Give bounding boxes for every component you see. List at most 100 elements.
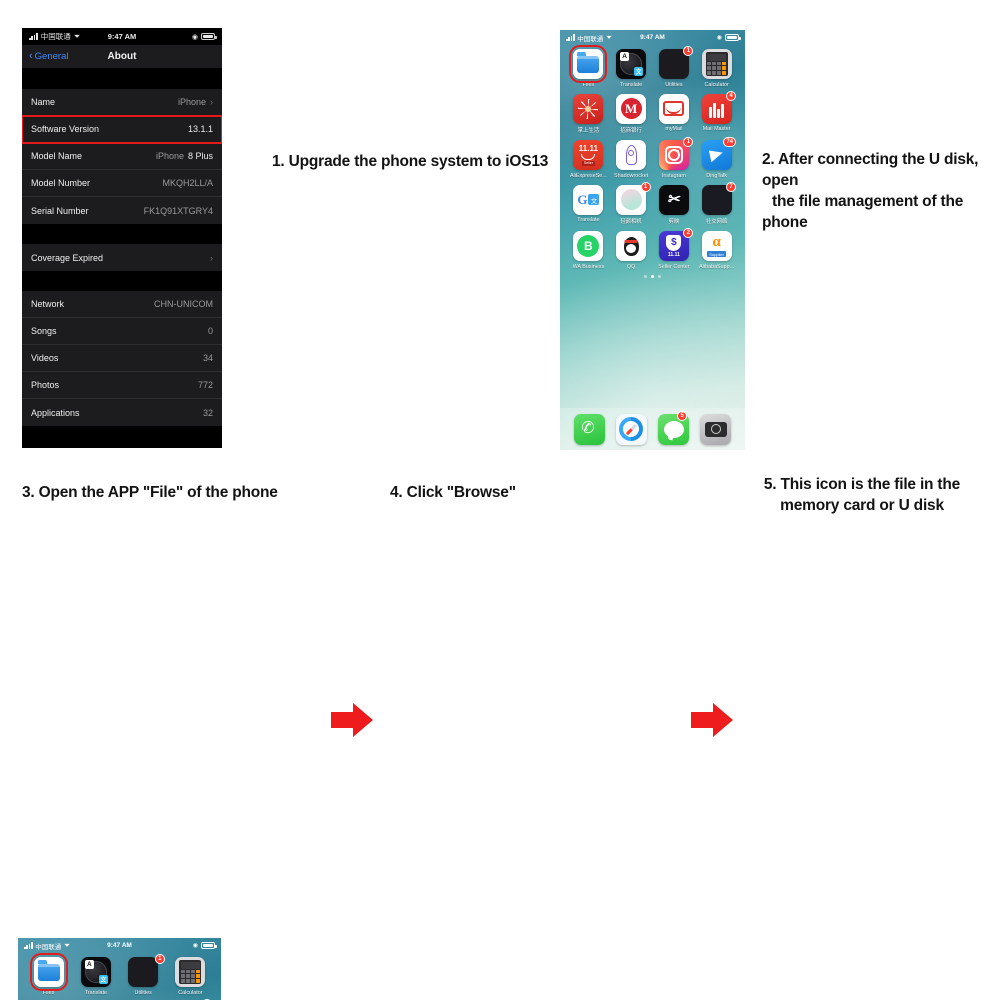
- app-calculator[interactable]: Calculator: [695, 49, 738, 88]
- app-shadowrocket[interactable]: Shadowrocket: [610, 140, 653, 179]
- table-row[interactable]: Serial Number FK1Q91XTGRY4: [22, 197, 222, 224]
- table-row-coverage[interactable]: Coverage Expired ›: [22, 244, 222, 271]
- capcut-icon: ✂: [658, 184, 689, 215]
- app-translate[interactable]: G 文 Translate: [567, 184, 610, 226]
- app-utilities[interactable]: Utilities 1: [653, 46, 696, 88]
- row-label: Network: [31, 299, 65, 309]
- app-alibabasupp[interactable]: α Supplier AlibabaSupp...: [695, 231, 738, 270]
- page-indicator: [560, 274, 745, 278]
- table-row[interactable]: Model Number MKQH2LL/A: [22, 170, 222, 197]
- arrow-right-icon: [331, 703, 373, 737]
- dock-app-phone[interactable]: ✆: [573, 413, 605, 445]
- shadowrocket-icon: [616, 140, 647, 170]
- notification-badge: 4: [726, 90, 736, 101]
- about-list: Name iPhone › Software Version 13.1.1 Mo…: [22, 69, 222, 448]
- files-icon: [29, 953, 68, 991]
- dock-app-messages[interactable]: 5: [658, 410, 690, 445]
- files-icon: [569, 45, 608, 83]
- app-files[interactable]: Files: [25, 953, 72, 996]
- notification-badge: 7: [726, 181, 736, 192]
- app-label: QQ: [626, 263, 636, 270]
- table-row[interactable]: Name iPhone ›: [22, 89, 222, 116]
- chevron-left-icon: ‹: [29, 50, 33, 62]
- app-wa-business[interactable]: B WA Business: [567, 231, 610, 270]
- battery-icon: [201, 33, 217, 40]
- cmb-life-icon: [573, 93, 604, 124]
- app-label: Translate: [577, 217, 600, 223]
- app-label: DingTalk: [706, 172, 727, 179]
- app-label: WA Business: [572, 263, 605, 270]
- row-label: Songs: [31, 326, 57, 336]
- app-instagram[interactable]: Instagram 1: [653, 137, 696, 179]
- phone-1-about-screen: 中国联通 ⏷ 9:47 AM ◉ ‹ General About Name iP…: [22, 28, 222, 448]
- app-label: Mail Master: [702, 126, 731, 132]
- calculator-icon: [175, 957, 206, 987]
- calculator-icon: [701, 49, 732, 79]
- row-value: iPhone ›: [178, 97, 213, 107]
- row-value-text: 8 Plus: [187, 151, 213, 161]
- table-row[interactable]: Model Name iPhone 8 Plus: [22, 143, 222, 170]
- battery-icon: [725, 34, 741, 41]
- table-row[interactable]: Applications 32: [22, 399, 222, 426]
- row-label: Model Name: [31, 151, 83, 161]
- caption-step-2: 2. After connecting the U disk, open the …: [762, 150, 1000, 234]
- app-[interactable]: ✂ 剪映: [653, 184, 696, 225]
- app-files[interactable]: Files: [567, 45, 610, 88]
- app-utilities[interactable]: Utilities 1: [120, 954, 167, 996]
- page-dot[interactable]: [658, 274, 661, 278]
- app-translate[interactable]: A 文 Translate: [610, 49, 653, 88]
- app-[interactable]: 轻颜相机 1: [610, 181, 653, 225]
- app-[interactable]: 掌上生活: [567, 93, 610, 134]
- app-label: Instagram: [661, 172, 686, 179]
- row-value: ›: [210, 253, 213, 263]
- dock-app-safari[interactable]: [615, 413, 647, 445]
- camera-icon: [700, 413, 732, 445]
- app-label: Translate: [619, 81, 643, 88]
- table-row-software-version[interactable]: Software Version 13.1.1: [22, 115, 222, 144]
- mymail-icon: [658, 93, 689, 124]
- back-label: General: [34, 51, 69, 62]
- carrier-label: 中国联通: [40, 32, 71, 41]
- clock-label: 9:47 AM: [107, 32, 137, 41]
- page-dot[interactable]: [651, 274, 654, 278]
- app-[interactable]: M 招商银行: [610, 93, 653, 134]
- table-row[interactable]: Videos 34: [22, 345, 222, 372]
- app-label: Utilities: [134, 989, 152, 996]
- row-value: FK1Q91XTGRY4: [144, 206, 213, 216]
- app-calculator[interactable]: Calculator: [167, 957, 214, 996]
- app-qq[interactable]: QQ: [610, 231, 653, 270]
- notification-badge: 5: [677, 410, 688, 421]
- phone-icon: ✆: [573, 413, 605, 445]
- table-row[interactable]: Songs 0: [22, 318, 222, 345]
- carrier-label: 中国联通: [577, 35, 604, 43]
- app-[interactable]: 社交网络 7: [695, 181, 738, 225]
- status-bar: 中国联通 ⏷ 9:47 AM ◉: [560, 30, 745, 45]
- back-button[interactable]: ‹ General: [29, 50, 69, 63]
- dock-app-camera[interactable]: [700, 413, 732, 445]
- app-label: Utilities: [665, 81, 683, 88]
- app-label: AliExpreseSe...: [569, 172, 607, 179]
- list-spacer: [22, 69, 222, 89]
- app-label: 掌上生活: [577, 128, 600, 134]
- row-value: 0: [207, 326, 213, 336]
- row-label: Software Version: [31, 124, 100, 134]
- app-label: 轻颜相机: [620, 219, 642, 225]
- navigation-bar: ‹ General About: [22, 45, 222, 69]
- app-mymail[interactable]: myMail: [653, 93, 696, 135]
- app-mail-master[interactable]: Mail Master 4: [695, 90, 738, 135]
- row-value: iPhone 8 Plus: [156, 151, 213, 161]
- page-dot[interactable]: [644, 274, 647, 278]
- caption-line-2: the file management of the phone: [762, 192, 964, 231]
- app-seller-center[interactable]: $11.11 Seller Center 2: [653, 228, 696, 270]
- clock-label: 9:47 AM: [640, 34, 665, 41]
- table-row[interactable]: Photos 772: [22, 372, 222, 399]
- safari-icon: [615, 413, 647, 445]
- app-translate[interactable]: A 文 Translate: [72, 957, 119, 996]
- app-label: 剪映: [668, 219, 680, 225]
- row-value: MKQH2LL/A: [162, 178, 213, 188]
- row-label: Coverage Expired: [31, 252, 104, 263]
- table-row[interactable]: Network CHN-UNICOM: [22, 291, 222, 318]
- wifi-icon: ⏷: [605, 32, 613, 42]
- app-aliexpresese[interactable]: 11.11 Seller AliExpreseSe...: [567, 140, 610, 179]
- app-dingtalk[interactable]: DingTalk 74: [695, 137, 738, 179]
